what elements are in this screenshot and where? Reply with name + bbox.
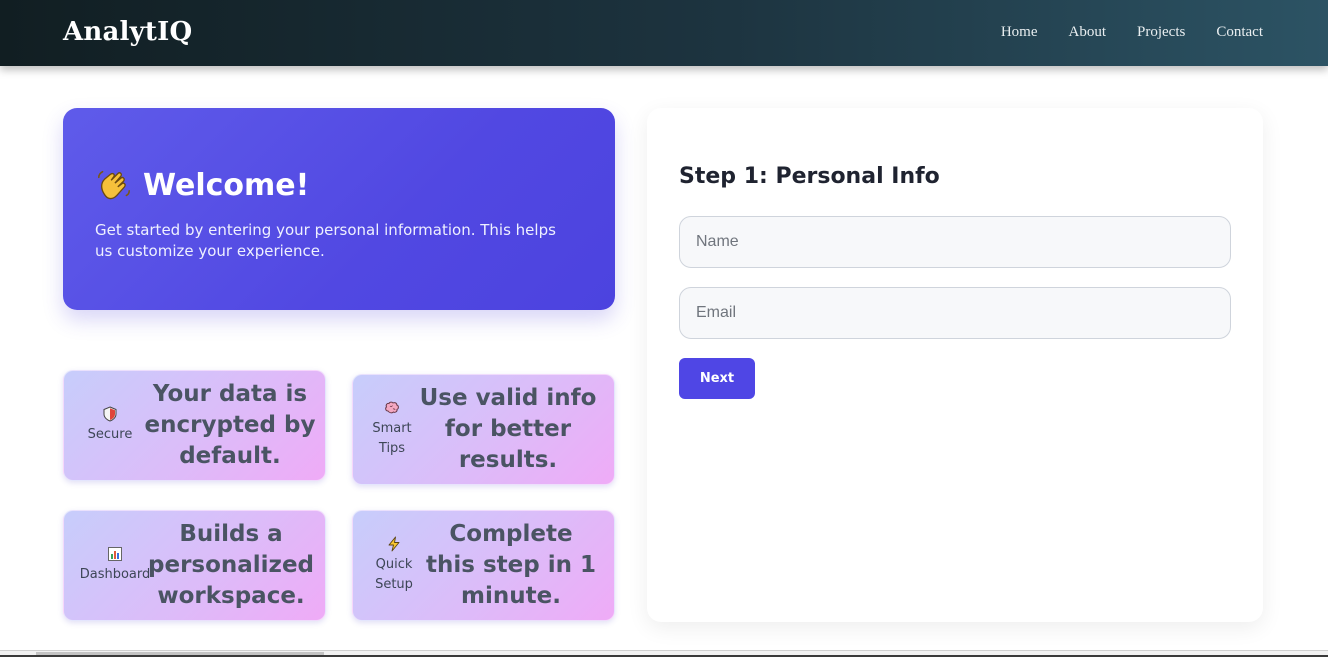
lightning-icon [388, 536, 400, 552]
tile-label: Setup [375, 577, 413, 592]
tile-label: Tips [378, 441, 406, 456]
tile-label: Quick [375, 557, 413, 572]
personal-info-form: Step 1: Personal Info Next [647, 108, 1263, 622]
name-field[interactable] [679, 216, 1231, 268]
nav-link-contact[interactable]: Contact [1216, 24, 1263, 41]
feature-tile-quick-setup: Quick Setup Complete this step in 1 minu… [352, 510, 615, 621]
brand-logo[interactable]: AnalytIQ [63, 17, 192, 47]
feature-tile-secure: Secure Your data is encrypted by default… [63, 370, 326, 481]
tile-text: Builds a personalized workspace. [148, 521, 315, 609]
tile-side: Dashboard [76, 511, 154, 620]
next-button[interactable]: Next [679, 358, 755, 399]
welcome-description: Get started by entering your personal in… [95, 221, 556, 260]
nav-link-about[interactable]: About [1069, 24, 1107, 41]
brain-icon [385, 401, 399, 414]
tile-text: Your data is encrypted by default. [144, 381, 316, 469]
form-title: Step 1: Personal Info [679, 164, 940, 189]
welcome-heading: Welcome! [143, 167, 310, 203]
welcome-title: Welcome! [95, 166, 309, 204]
nav-link-home[interactable]: Home [1001, 24, 1038, 41]
bar-chart-icon [108, 547, 122, 561]
tile-label: Dashboard [79, 567, 151, 582]
feature-tile-smart-tips: Smart Tips Use valid info for better res… [352, 374, 615, 485]
feature-tile-dashboard: Dashboard Builds a personalized workspac… [63, 510, 326, 621]
nav-link-projects[interactable]: Projects [1137, 24, 1185, 41]
welcome-card: Welcome! Get started by entering your pe… [63, 108, 615, 310]
tile-label: Smart [372, 421, 412, 436]
tile-side: Quick Setup [359, 511, 429, 620]
tile-label: Secure [87, 427, 133, 442]
waving-hand-icon [98, 170, 130, 200]
shield-icon [103, 406, 117, 422]
navbar: AnalytIQ Home About Projects Contact [0, 0, 1328, 66]
email-field[interactable] [679, 287, 1231, 339]
tile-text: Use valid info for better results. [419, 385, 597, 473]
tile-side: Smart Tips [359, 375, 425, 484]
nav-links: Home About Projects Contact [1001, 24, 1263, 41]
tile-side: Secure [72, 371, 148, 480]
tile-text: Complete this step in 1 minute. [426, 521, 596, 609]
